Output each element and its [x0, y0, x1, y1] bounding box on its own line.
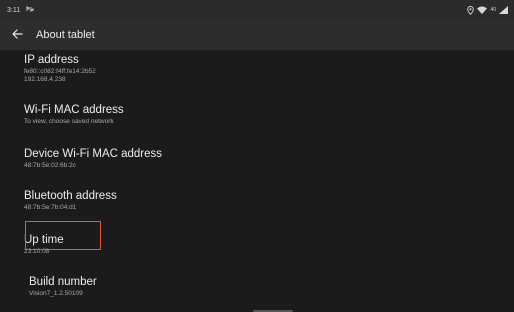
bluetooth-address-title: Bluetooth address — [24, 190, 117, 202]
back-arrow-icon — [11, 26, 23, 44]
wifi-icon — [477, 6, 488, 14]
build-number-value: Vision7_1.2.50109 — [29, 290, 83, 297]
up-time-value: 23:10:08 — [24, 248, 50, 255]
ip-address-title: IP address — [24, 54, 79, 66]
settings-list: IP address fe80::c082:f4ff:fe14:2b52 192… — [0, 50, 514, 312]
wifi-mac-address-item[interactable]: Wi-Fi MAC address To view, choose saved … — [24, 104, 504, 126]
bluetooth-address-value: 48:7b:5e:7b:04:d1 — [24, 204, 77, 211]
cellular-signal-icon — [499, 6, 508, 14]
status-time: 3:11 — [7, 6, 21, 14]
device-wifi-mac-address-title: Device Wi-Fi MAC address — [24, 148, 163, 160]
device-wifi-mac-address-value: 48:7b:5e:02:6b:2c — [24, 162, 77, 169]
battery-level: 40 — [490, 7, 496, 13]
wifi-mac-address-summary: To view, choose saved network — [24, 118, 114, 125]
back-button[interactable] — [0, 20, 34, 50]
settings-screen: 3:11 40 About tablet IP address fe80::c0… — [0, 0, 514, 312]
up-time-title: Up time — [24, 234, 64, 246]
page-title: About tablet — [36, 29, 95, 41]
device-wifi-mac-address-item[interactable]: Device Wi-Fi MAC address 48:7b:5e:02:6b:… — [24, 148, 504, 170]
status-bar: 3:11 40 — [0, 0, 514, 20]
app-bar: About tablet — [0, 20, 514, 50]
build-number-item[interactable]: Build number Vision7_1.2.50109 — [29, 276, 509, 298]
ip-address-item[interactable]: IP address fe80::c082:f4ff:fe14:2b52 192… — [24, 54, 504, 84]
bluetooth-address-item[interactable]: Bluetooth address 48:7b:5e:7b:04:d1 — [24, 190, 504, 212]
wifi-mac-address-title: Wi-Fi MAC address — [24, 104, 124, 116]
nfc-icon — [26, 5, 34, 15]
location-icon — [467, 5, 475, 15]
up-time-item[interactable]: Up time 23:10:08 — [24, 234, 504, 256]
ipv4-address-value: 192.168.4.238 — [24, 76, 66, 83]
build-number-title: Build number — [29, 276, 97, 288]
